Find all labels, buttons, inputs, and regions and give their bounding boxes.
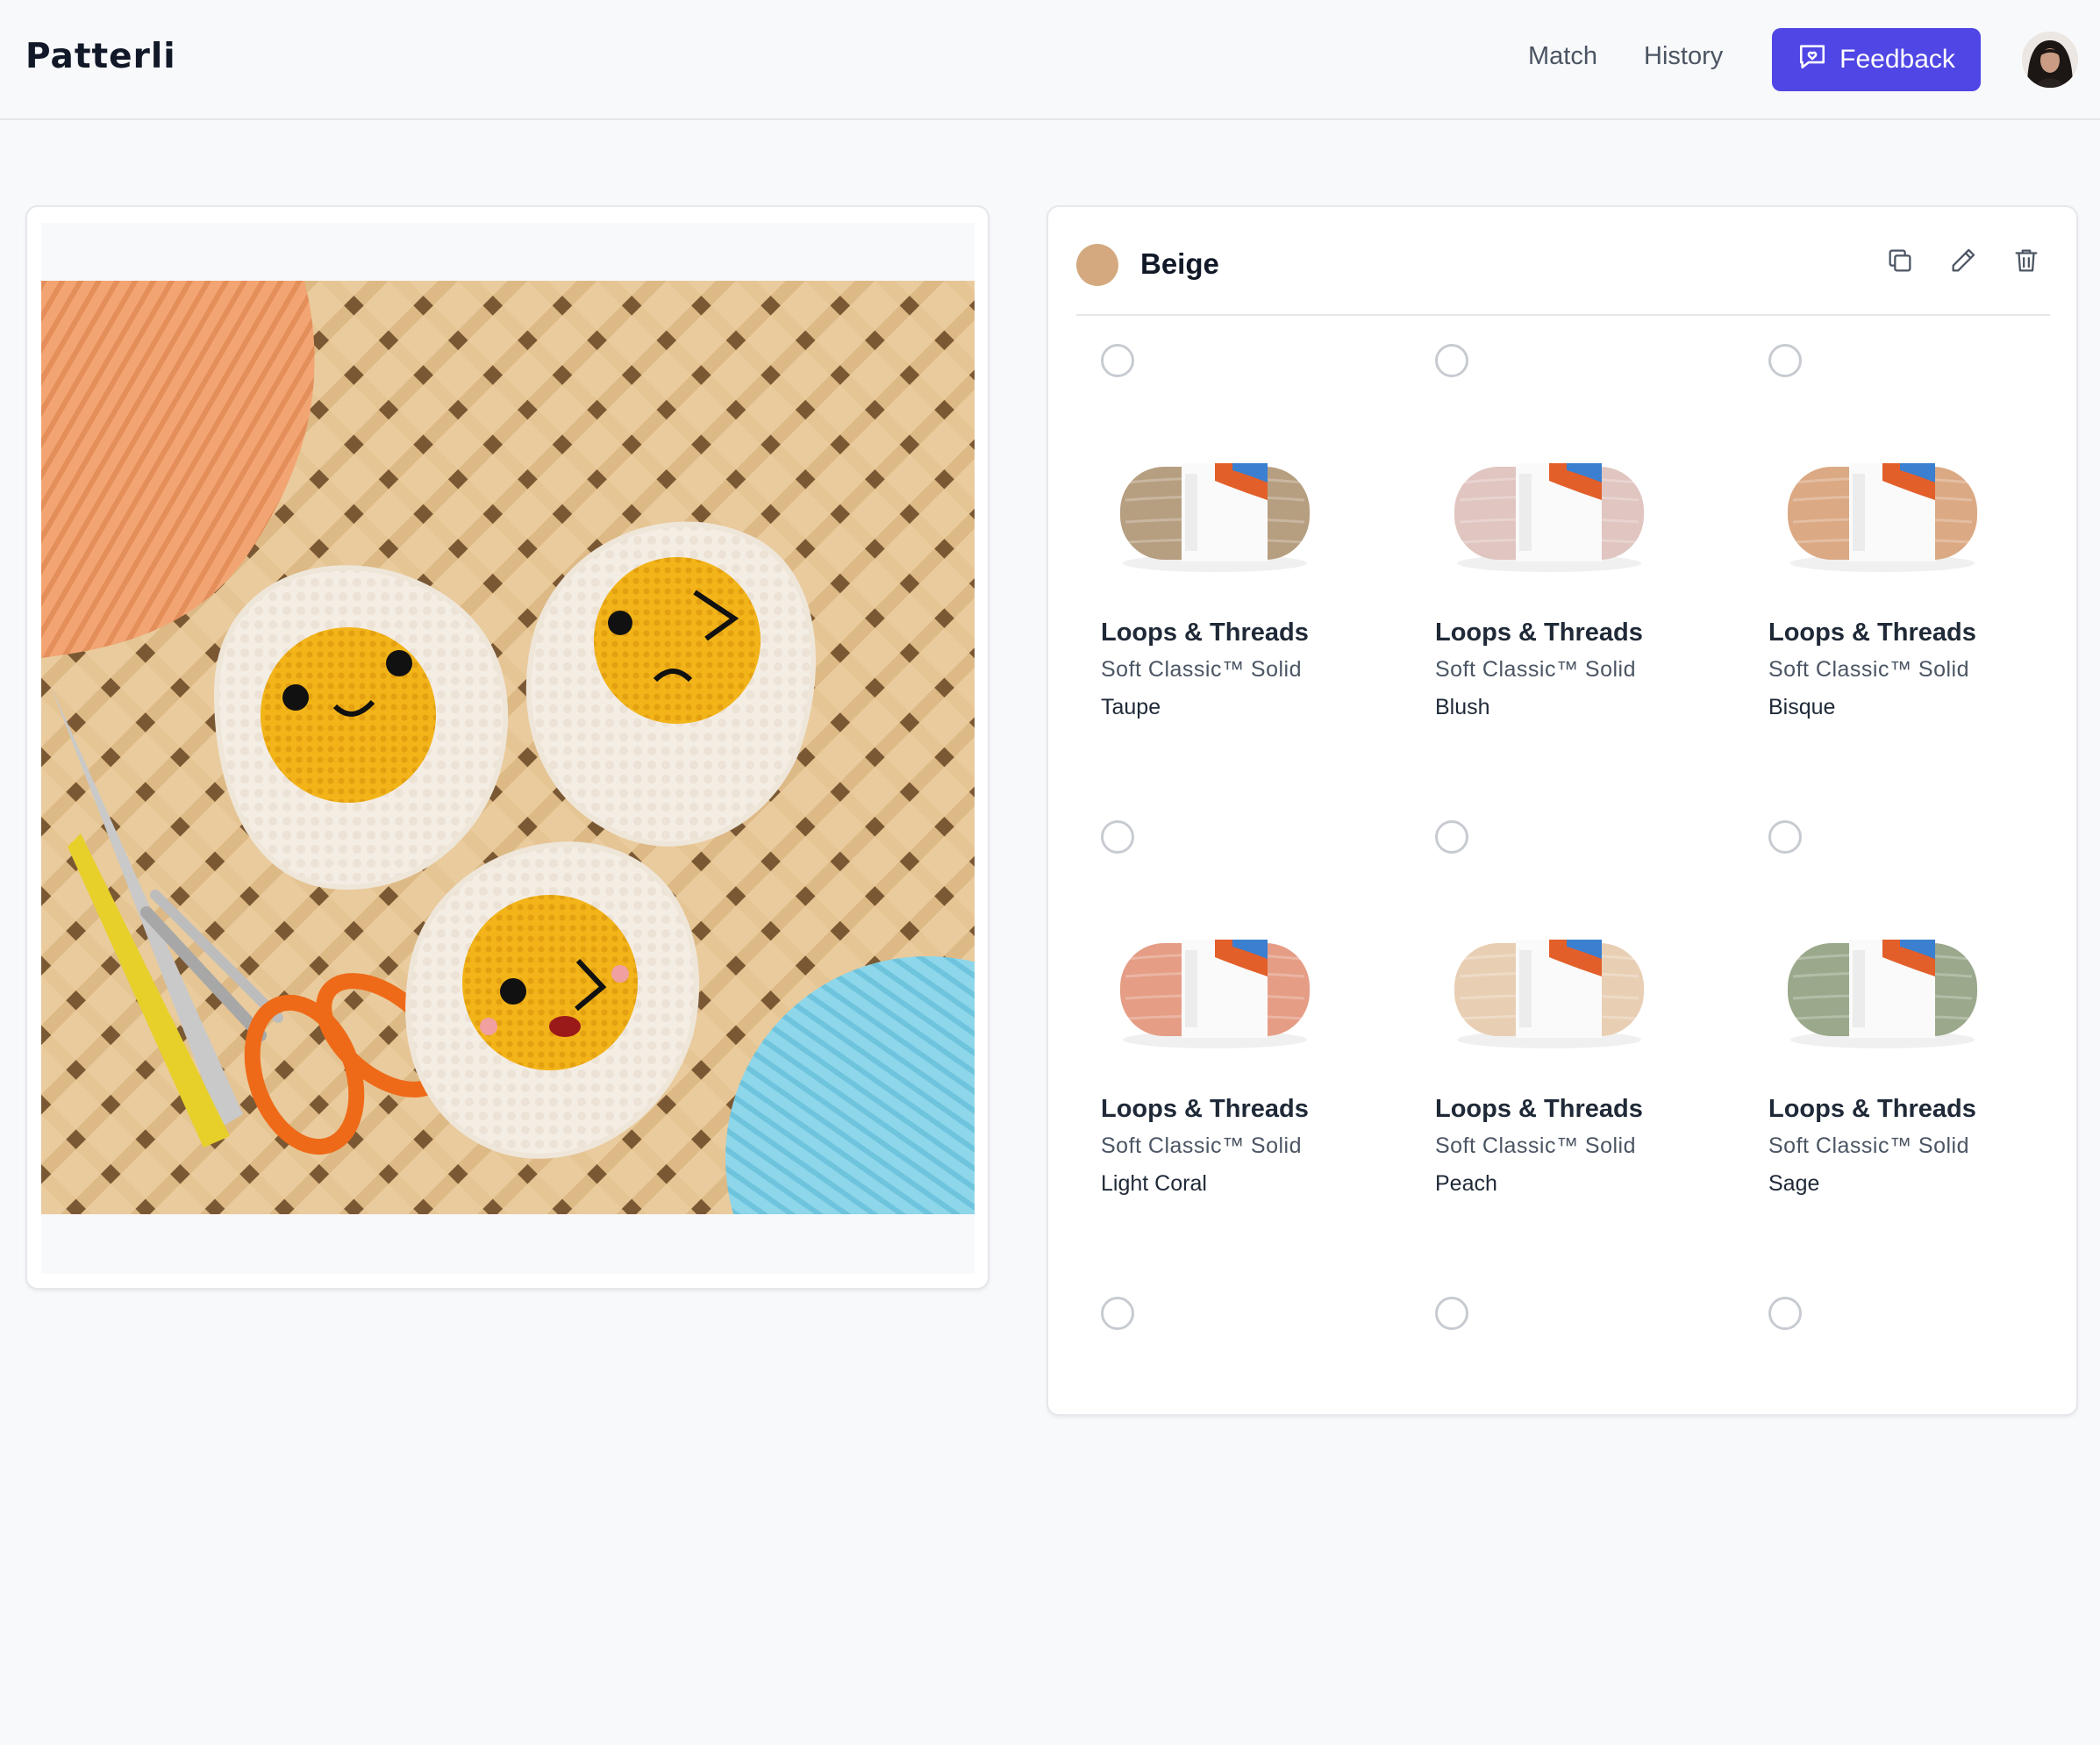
yarn-color-name: Light Coral — [1101, 1171, 1207, 1196]
radio-unchecked-icon[interactable] — [1768, 344, 1802, 377]
yarn-brand: Loops & Threads — [1101, 1095, 1309, 1123]
radio-unchecked-icon[interactable] — [1435, 344, 1468, 377]
color-name: Beige — [1140, 247, 1219, 280]
radio-unchecked-icon[interactable] — [1101, 820, 1134, 854]
yarn-result-item[interactable]: Loops & Threads Soft Classic™ Solid Peach — [1382, 792, 1716, 1269]
color-match-card: Beige Loops & Threads Soft Classic™ Solid… — [1046, 205, 2078, 1416]
yarn-skein-image — [1101, 412, 1329, 597]
radio-unchecked-icon[interactable] — [1101, 1297, 1134, 1330]
yarn-color-name: Sage — [1768, 1171, 1820, 1196]
radio-unchecked-icon[interactable] — [1101, 344, 1134, 377]
app-logo[interactable]: Patterli — [25, 37, 176, 76]
uploaded-photo — [41, 281, 975, 1214]
yarn-color-name: Bisque — [1768, 695, 1836, 719]
yarn-brand: Loops & Threads — [1435, 1095, 1643, 1123]
message-heart-icon — [1797, 41, 1827, 78]
card-actions — [1885, 246, 2041, 275]
yarn-result-item[interactable]: Loops & Threads Soft Classic™ Solid Light … — [1048, 792, 1382, 1269]
yarn-brand: Loops & Threads — [1101, 619, 1309, 647]
nav-link-history[interactable]: History — [1644, 42, 1723, 71]
yarn-brand: Loops & Threads — [1768, 1095, 1976, 1123]
nav-link-match[interactable]: Match — [1528, 42, 1597, 71]
radio-unchecked-icon[interactable] — [1435, 820, 1468, 854]
radio-unchecked-icon[interactable] — [1768, 820, 1802, 854]
user-avatar[interactable] — [2022, 32, 2078, 88]
yarn-brand: Loops & Threads — [1768, 619, 1976, 647]
yarn-skein-image — [1768, 889, 1996, 1073]
yarn-product-line: Soft Classic™ Solid — [1768, 1134, 1970, 1158]
yarn-color-name: Peach — [1435, 1171, 1497, 1196]
yarn-skein-image — [1768, 412, 1996, 597]
yarn-product-line: Soft Classic™ Solid — [1101, 1134, 1303, 1158]
yarn-result-item[interactable]: Loops & Threads Soft Classic™ Solid Blush — [1382, 316, 1716, 792]
yarn-product-line: Soft Classic™ Solid — [1435, 1134, 1637, 1158]
yarn-skein-image — [1101, 889, 1329, 1073]
yarn-color-name: Blush — [1435, 695, 1490, 719]
uploaded-image-card — [25, 205, 989, 1290]
color-swatch — [1076, 244, 1118, 286]
yarn-color-name: Taupe — [1101, 695, 1161, 719]
yarn-result-item[interactable] — [1048, 1269, 1382, 1745]
trash-icon[interactable] — [2011, 246, 2041, 275]
yarn-product-line: Soft Classic™ Solid — [1435, 657, 1637, 682]
yarn-result-item[interactable]: Loops & Threads Soft Classic™ Solid Sage — [1716, 792, 2049, 1269]
yarn-result-item[interactable] — [1382, 1269, 1716, 1745]
copy-icon[interactable] — [1885, 246, 1915, 275]
yarn-product-line: Soft Classic™ Solid — [1101, 657, 1303, 682]
yarn-result-item[interactable]: Loops & Threads Soft Classic™ Solid Bisque — [1716, 316, 2049, 792]
yarn-product-line: Soft Classic™ Solid — [1768, 657, 1970, 682]
feedback-button[interactable]: Feedback — [1772, 28, 1981, 91]
yarn-result-item[interactable]: Loops & Threads Soft Classic™ Solid Taupe — [1048, 316, 1382, 792]
yarn-skein-image — [1435, 412, 1663, 597]
top-navigation-bar: Patterli Match History Feedback — [0, 0, 2100, 120]
yarn-skein-image — [1435, 889, 1663, 1073]
yarn-brand: Loops & Threads — [1435, 619, 1643, 647]
radio-unchecked-icon[interactable] — [1768, 1297, 1802, 1330]
yarn-result-item[interactable] — [1716, 1269, 2049, 1745]
feedback-button-label: Feedback — [1839, 45, 1955, 74]
pencil-icon[interactable] — [1948, 246, 1978, 275]
image-frame — [41, 223, 975, 1274]
radio-unchecked-icon[interactable] — [1435, 1297, 1468, 1330]
